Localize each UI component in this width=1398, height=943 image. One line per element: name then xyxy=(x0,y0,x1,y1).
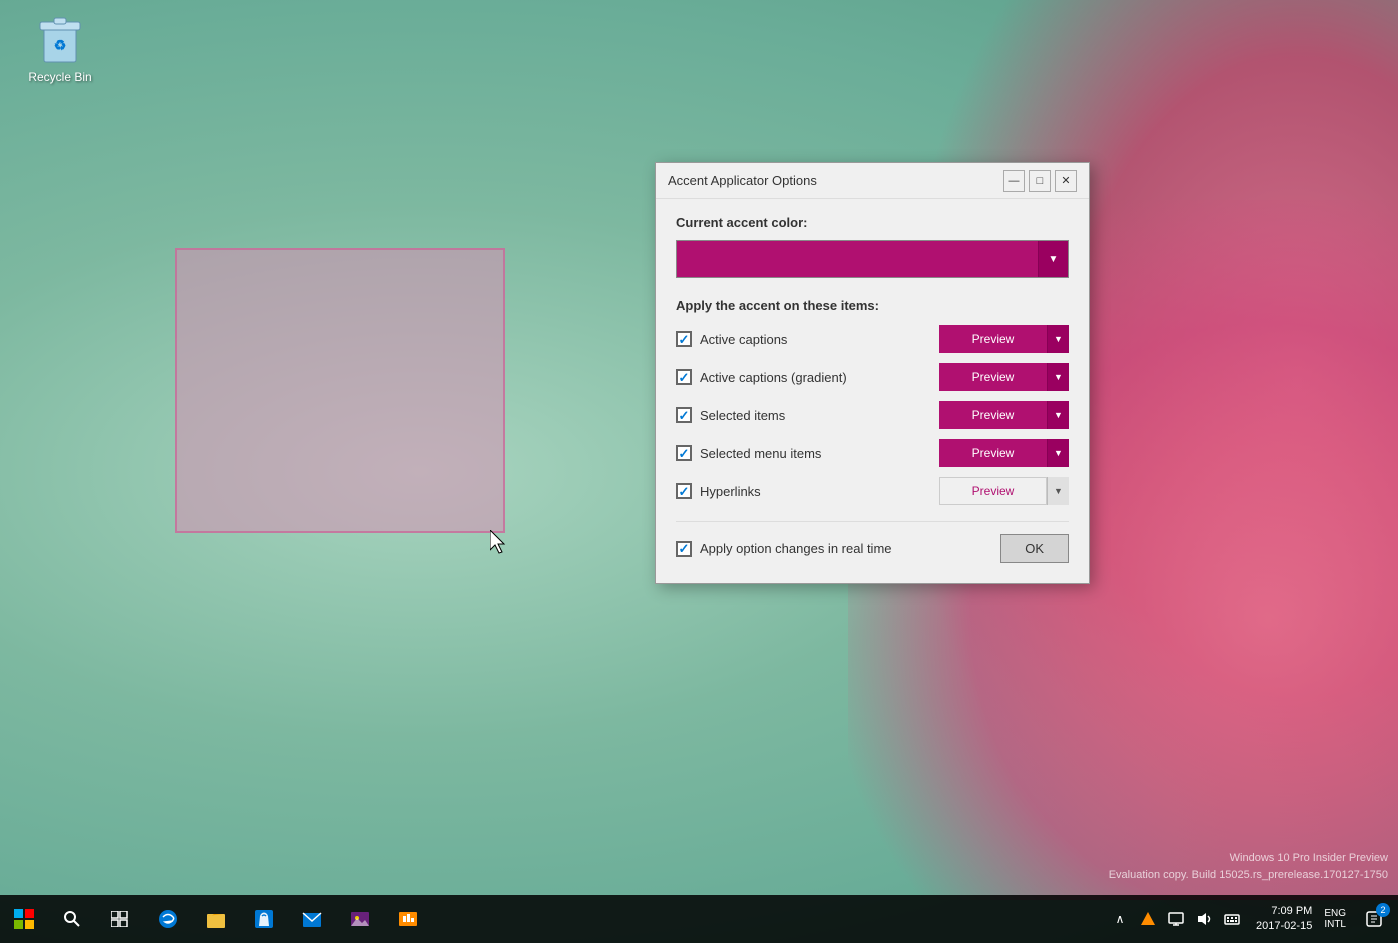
hyperlinks-row: Hyperlinks Preview ▼ xyxy=(676,477,1069,505)
active-captions-checkbox[interactable] xyxy=(676,331,692,347)
selected-menu-items-preview-arrow-icon[interactable]: ▼ xyxy=(1047,439,1069,467)
mail-taskbar-icon[interactable] xyxy=(288,895,336,943)
keyboard-icon[interactable] xyxy=(1220,895,1244,943)
color-swatch xyxy=(677,241,1038,277)
accent-color-dropdown[interactable]: ▼ xyxy=(676,240,1069,278)
taskbar-search-button[interactable] xyxy=(48,895,96,943)
watermark: Windows 10 Pro Insider Preview Evaluatio… xyxy=(1109,850,1388,885)
watermark-line1: Windows 10 Pro Insider Preview xyxy=(1109,850,1388,868)
current-accent-label: Current accent color: xyxy=(676,215,1069,230)
start-button[interactable] xyxy=(0,895,48,943)
close-button[interactable]: ✕ xyxy=(1055,170,1077,192)
accent-preview-rect xyxy=(175,248,505,533)
language-intl: INTL xyxy=(1324,919,1346,930)
active-captions-gradient-preview-dropdown[interactable]: Preview ▼ xyxy=(939,363,1069,391)
active-captions-gradient-checkbox[interactable] xyxy=(676,369,692,385)
photos-taskbar-icon[interactable] xyxy=(336,895,384,943)
color-dropdown-arrow-icon: ▼ xyxy=(1038,241,1068,277)
language-eng: ENG xyxy=(1324,908,1346,919)
taskbar-taskview-button[interactable] xyxy=(96,895,144,943)
minimize-button[interactable]: — xyxy=(1003,170,1025,192)
orange-taskbar-icon[interactable] xyxy=(384,895,432,943)
apply-realtime-label[interactable]: Apply option changes in real time xyxy=(676,541,892,557)
selected-items-label[interactable]: Selected items xyxy=(676,407,785,423)
hyperlinks-preview-btn[interactable]: Preview xyxy=(939,477,1047,505)
hyperlinks-preview-arrow-icon[interactable]: ▼ xyxy=(1047,477,1069,505)
clock-date: 2017-02-15 xyxy=(1256,919,1312,934)
active-captions-gradient-preview-arrow-icon[interactable]: ▼ xyxy=(1047,363,1069,391)
selected-items-checkbox[interactable] xyxy=(676,407,692,423)
tray-orange-icon[interactable] xyxy=(1136,895,1160,943)
active-captions-gradient-row: Active captions (gradient) Preview ▼ xyxy=(676,363,1069,391)
system-tray: ∧ xyxy=(1108,895,1398,943)
maximize-button[interactable]: □ xyxy=(1029,170,1051,192)
tray-chevron-icon[interactable]: ∧ xyxy=(1108,895,1132,943)
explorer-taskbar-icon[interactable] xyxy=(192,895,240,943)
selected-menu-items-preview-dropdown[interactable]: Preview ▼ xyxy=(939,439,1069,467)
notification-button[interactable]: 2 xyxy=(1354,895,1394,943)
selected-items-preview-dropdown[interactable]: Preview ▼ xyxy=(939,401,1069,429)
dialog-title: Accent Applicator Options xyxy=(668,173,817,188)
edge-taskbar-icon[interactable] xyxy=(144,895,192,943)
apply-realtime-checkbox[interactable] xyxy=(676,541,692,557)
titlebar-buttons: — □ ✕ xyxy=(1003,170,1077,192)
accent-applicator-dialog: Accent Applicator Options — □ ✕ Current … xyxy=(655,162,1090,584)
selected-menu-items-preview-btn[interactable]: Preview xyxy=(939,439,1047,467)
active-captions-preview-btn[interactable]: Preview xyxy=(939,325,1047,353)
svg-text:♻: ♻ xyxy=(54,37,67,53)
dialog-bottom: Apply option changes in real time OK xyxy=(676,521,1069,563)
selected-items-preview-btn[interactable]: Preview xyxy=(939,401,1047,429)
taskbar-clock[interactable]: 7:09 PM 2017-02-15 xyxy=(1248,904,1320,935)
speaker-icon[interactable] xyxy=(1192,895,1216,943)
hyperlinks-preview-dropdown[interactable]: Preview ▼ xyxy=(939,477,1069,505)
monitor-icon[interactable] xyxy=(1164,895,1188,943)
active-captions-preview-arrow-icon[interactable]: ▼ xyxy=(1047,325,1069,353)
recycle-bin-icon[interactable]: ♻ Recycle Bin xyxy=(20,10,100,84)
dialog-content: Current accent color: ▼ Apply the accent… xyxy=(656,199,1089,583)
clock-time: 7:09 PM xyxy=(1271,904,1312,919)
recycle-bin-graphic: ♻ xyxy=(36,10,84,66)
selected-menu-items-row: Selected menu items Preview ▼ xyxy=(676,439,1069,467)
active-captions-gradient-label[interactable]: Active captions (gradient) xyxy=(676,369,847,385)
dialog-titlebar: Accent Applicator Options — □ ✕ xyxy=(656,163,1089,199)
active-captions-row: Active captions Preview ▼ xyxy=(676,325,1069,353)
notification-badge: 2 xyxy=(1376,903,1390,917)
taskbar: ∧ xyxy=(0,895,1398,943)
hyperlinks-label[interactable]: Hyperlinks xyxy=(676,483,761,499)
hyperlinks-checkbox[interactable] xyxy=(676,483,692,499)
recycle-bin-label: Recycle Bin xyxy=(28,70,91,84)
watermark-line2: Evaluation copy. Build 15025.rs_prerelea… xyxy=(1109,867,1388,885)
active-captions-label[interactable]: Active captions xyxy=(676,331,787,347)
ok-button[interactable]: OK xyxy=(1000,534,1069,563)
selected-items-preview-arrow-icon[interactable]: ▼ xyxy=(1047,401,1069,429)
selected-menu-items-label[interactable]: Selected menu items xyxy=(676,445,821,461)
store-taskbar-icon[interactable] xyxy=(240,895,288,943)
active-captions-preview-dropdown[interactable]: Preview ▼ xyxy=(939,325,1069,353)
selected-items-row: Selected items Preview ▼ xyxy=(676,401,1069,429)
active-captions-gradient-preview-btn[interactable]: Preview xyxy=(939,363,1047,391)
apply-section-label: Apply the accent on these items: xyxy=(676,298,1069,313)
language-indicator[interactable]: ENG INTL xyxy=(1324,908,1350,930)
selected-menu-items-checkbox[interactable] xyxy=(676,445,692,461)
